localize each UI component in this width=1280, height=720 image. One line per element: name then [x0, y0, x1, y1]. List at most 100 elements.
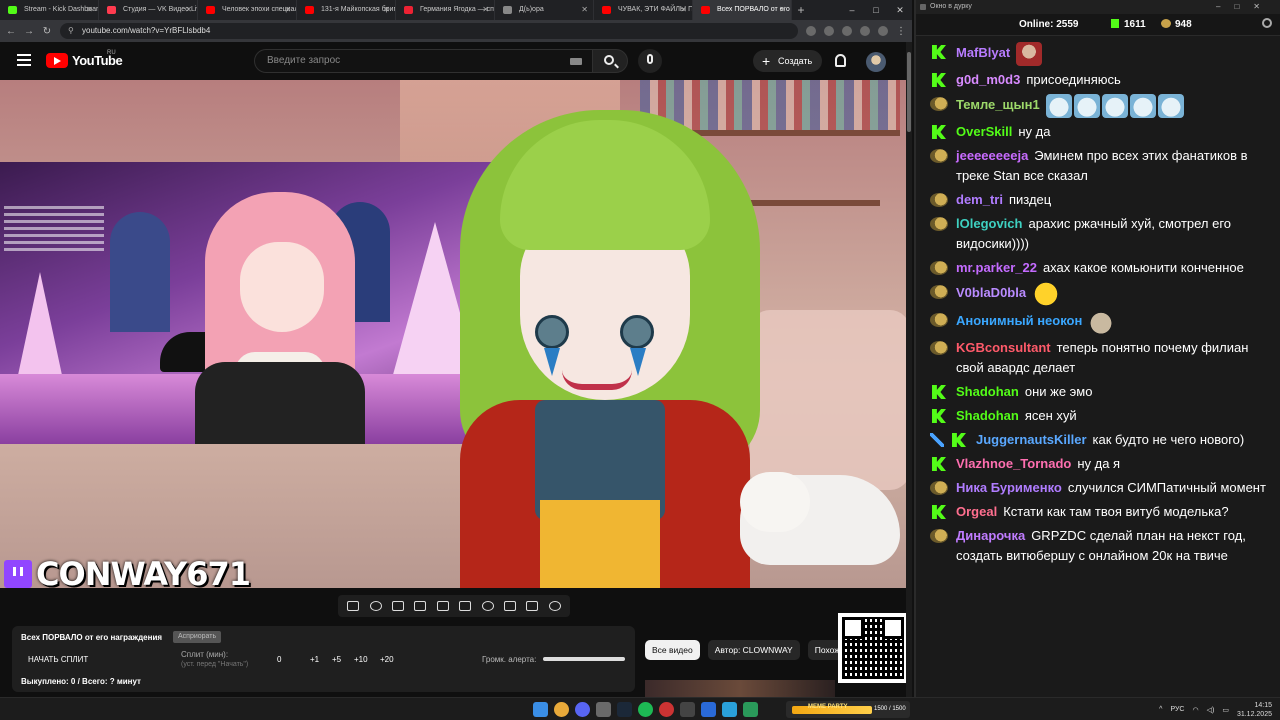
extension-icon[interactable]	[860, 26, 870, 36]
keyboard-icon[interactable]	[570, 58, 582, 65]
menu-icon[interactable]	[17, 54, 31, 69]
obs-icon[interactable]	[659, 702, 674, 717]
playlist-icon[interactable]	[459, 601, 472, 611]
scrollbar[interactable]	[906, 42, 912, 697]
browser-tab[interactable]: Человек эпохи специального✕	[198, 0, 297, 20]
tab-close-icon[interactable]: ✕	[779, 0, 786, 20]
cinema-icon[interactable]	[391, 601, 404, 611]
chat-username[interactable]: Ника Бурименко	[956, 480, 1062, 495]
chat-message-list[interactable]: MafBlyat g0d_m0d3 присоединяюсь Темле_щын1 O…	[916, 42, 1280, 570]
increment-button[interactable]: +20	[380, 655, 394, 664]
tab-close-icon[interactable]: ✕	[86, 0, 93, 20]
split-value[interactable]: 0	[277, 655, 281, 664]
notifications-icon[interactable]	[835, 54, 846, 67]
chat-username[interactable]: Темле_щын1	[956, 97, 1040, 112]
start-icon[interactable]	[533, 702, 548, 717]
chip-all-videos[interactable]: Все видео	[645, 640, 700, 660]
volume-icon[interactable]: ◁)	[1207, 706, 1215, 714]
chevron-up-icon[interactable]: ^	[1159, 706, 1162, 713]
speed-icon[interactable]	[481, 601, 494, 611]
start-split-button[interactable]: НАЧАТЬ СПЛИТ	[28, 655, 88, 664]
clock[interactable]: 14:15 31.12.2025	[1237, 701, 1272, 719]
spotify-icon[interactable]	[638, 702, 653, 717]
alert-volume-slider[interactable]	[543, 657, 625, 661]
chat-username[interactable]: Orgeal	[956, 504, 997, 519]
chat-username[interactable]: lOlegovich	[956, 216, 1022, 231]
search-button[interactable]	[592, 49, 628, 73]
browser-tab[interactable]: ЧУВАК, ЭТИ ФАЙЛЫ ПОКАЖУТ✕	[594, 0, 693, 20]
increment-button[interactable]: +1	[310, 655, 319, 664]
tab-close-icon[interactable]: ✕	[185, 0, 192, 20]
extension-icon[interactable]	[806, 26, 816, 36]
create-button[interactable]: + Создать	[753, 50, 822, 72]
browser-tab[interactable]: 131-я Майкопская бригада✕	[297, 0, 396, 20]
minimize-icon[interactable]: –	[840, 0, 864, 20]
extension-icon[interactable]	[824, 26, 834, 36]
wifi-icon[interactable]: ◠	[1193, 706, 1199, 714]
chat-username[interactable]: Shadohan	[956, 408, 1019, 423]
site-info-icon[interactable]: ⚲	[68, 23, 74, 39]
chat-username[interactable]: mr.parker_22	[956, 260, 1037, 275]
new-tab-button[interactable]: +	[792, 3, 810, 17]
browser-tab[interactable]: Германия Ягодка — спасибо✕	[396, 0, 495, 20]
telegram-icon[interactable]	[722, 702, 737, 717]
tab-close-icon[interactable]: ✕	[383, 0, 390, 20]
broadcast-icon[interactable]	[369, 601, 382, 611]
chip-author[interactable]: Автор: CLOWNWAY	[707, 640, 800, 660]
chat-username[interactable]: g0d_m0d3	[956, 72, 1020, 87]
status-badge[interactable]: Асприорать	[173, 631, 222, 643]
back-icon[interactable]: ←	[6, 26, 16, 37]
video-player[interactable]: CONWAY671	[0, 80, 906, 588]
film-icon[interactable]	[414, 601, 427, 611]
chat-username[interactable]: KGBconsultant	[956, 340, 1051, 355]
reload-icon[interactable]: ↻	[42, 26, 52, 37]
profile-icon[interactable]	[878, 26, 888, 36]
close-icon[interactable]: ✕	[888, 0, 912, 20]
browser-tab[interactable]: Stream - Kick Dashboard ✕	[0, 0, 99, 20]
chrome-icon[interactable]	[554, 702, 569, 717]
chat-username[interactable]: Анонимный неокон	[956, 313, 1082, 328]
gear-icon[interactable]	[1262, 18, 1272, 28]
app-icon[interactable]	[680, 702, 695, 717]
chat-username[interactable]: Vlazhnoe_Tornado	[956, 456, 1071, 471]
chat-username[interactable]: V0blaD0bla	[956, 285, 1026, 300]
gear-icon[interactable]	[548, 601, 561, 611]
avatar[interactable]	[866, 52, 886, 72]
menu-icon[interactable]: ⋮	[896, 26, 906, 37]
maximize-icon[interactable]: □	[864, 0, 888, 20]
window-controls[interactable]: –□✕	[1216, 0, 1274, 14]
tab-close-icon[interactable]: ✕	[680, 0, 687, 20]
forward-icon[interactable]: →	[24, 26, 34, 37]
steam-icon[interactable]	[617, 702, 632, 717]
tab-close-icon[interactable]: ✕	[482, 0, 489, 20]
tab-close-icon[interactable]: ✕	[284, 0, 291, 20]
battery-icon[interactable]: ▭	[1222, 706, 1229, 714]
increment-button[interactable]: +5	[332, 655, 341, 664]
extension-icon[interactable]	[842, 26, 852, 36]
meme-party-widget[interactable]: MEME PARTY 1500 / 1500	[786, 701, 910, 718]
screenshot-icon[interactable]	[526, 601, 539, 611]
add-icon[interactable]	[503, 601, 516, 611]
discord-icon[interactable]	[575, 702, 590, 717]
loop-icon[interactable]	[347, 601, 360, 611]
expand-icon[interactable]	[436, 601, 449, 611]
language-indicator[interactable]: РУС	[1170, 706, 1184, 713]
tab-close-icon[interactable]: ✕	[581, 0, 588, 20]
browser-tab[interactable]: Студия — VK Видео Live ✕	[99, 0, 198, 20]
browser-tab[interactable]: Всех ПОРВАЛО от его награждения✕	[693, 0, 792, 20]
chat-username[interactable]: dem_tri	[956, 192, 1003, 207]
app-icon[interactable]	[596, 702, 611, 717]
voice-search-button[interactable]	[638, 49, 662, 73]
increment-button[interactable]: +10	[354, 655, 368, 664]
chat-username[interactable]: MafBlyat	[956, 45, 1010, 60]
search-input[interactable]: Введите запрос	[254, 49, 592, 73]
chat-username[interactable]: Shadohan	[956, 384, 1019, 399]
app-icon[interactable]	[743, 702, 758, 717]
chat-username[interactable]: JuggernautsKiller	[976, 432, 1087, 447]
url-field[interactable]: ⚲ youtube.com/watch?v=YrBFLlsbdb4	[60, 23, 798, 39]
chat-username[interactable]: jeeeeeeeeja	[956, 148, 1028, 163]
related-video-thumbnail[interactable]	[645, 680, 835, 697]
chat-username[interactable]: Динарочка	[956, 528, 1025, 543]
browser-tab[interactable]: Д(ь)ора ✕	[495, 0, 594, 20]
chat-username[interactable]: OverSkill	[956, 124, 1012, 139]
